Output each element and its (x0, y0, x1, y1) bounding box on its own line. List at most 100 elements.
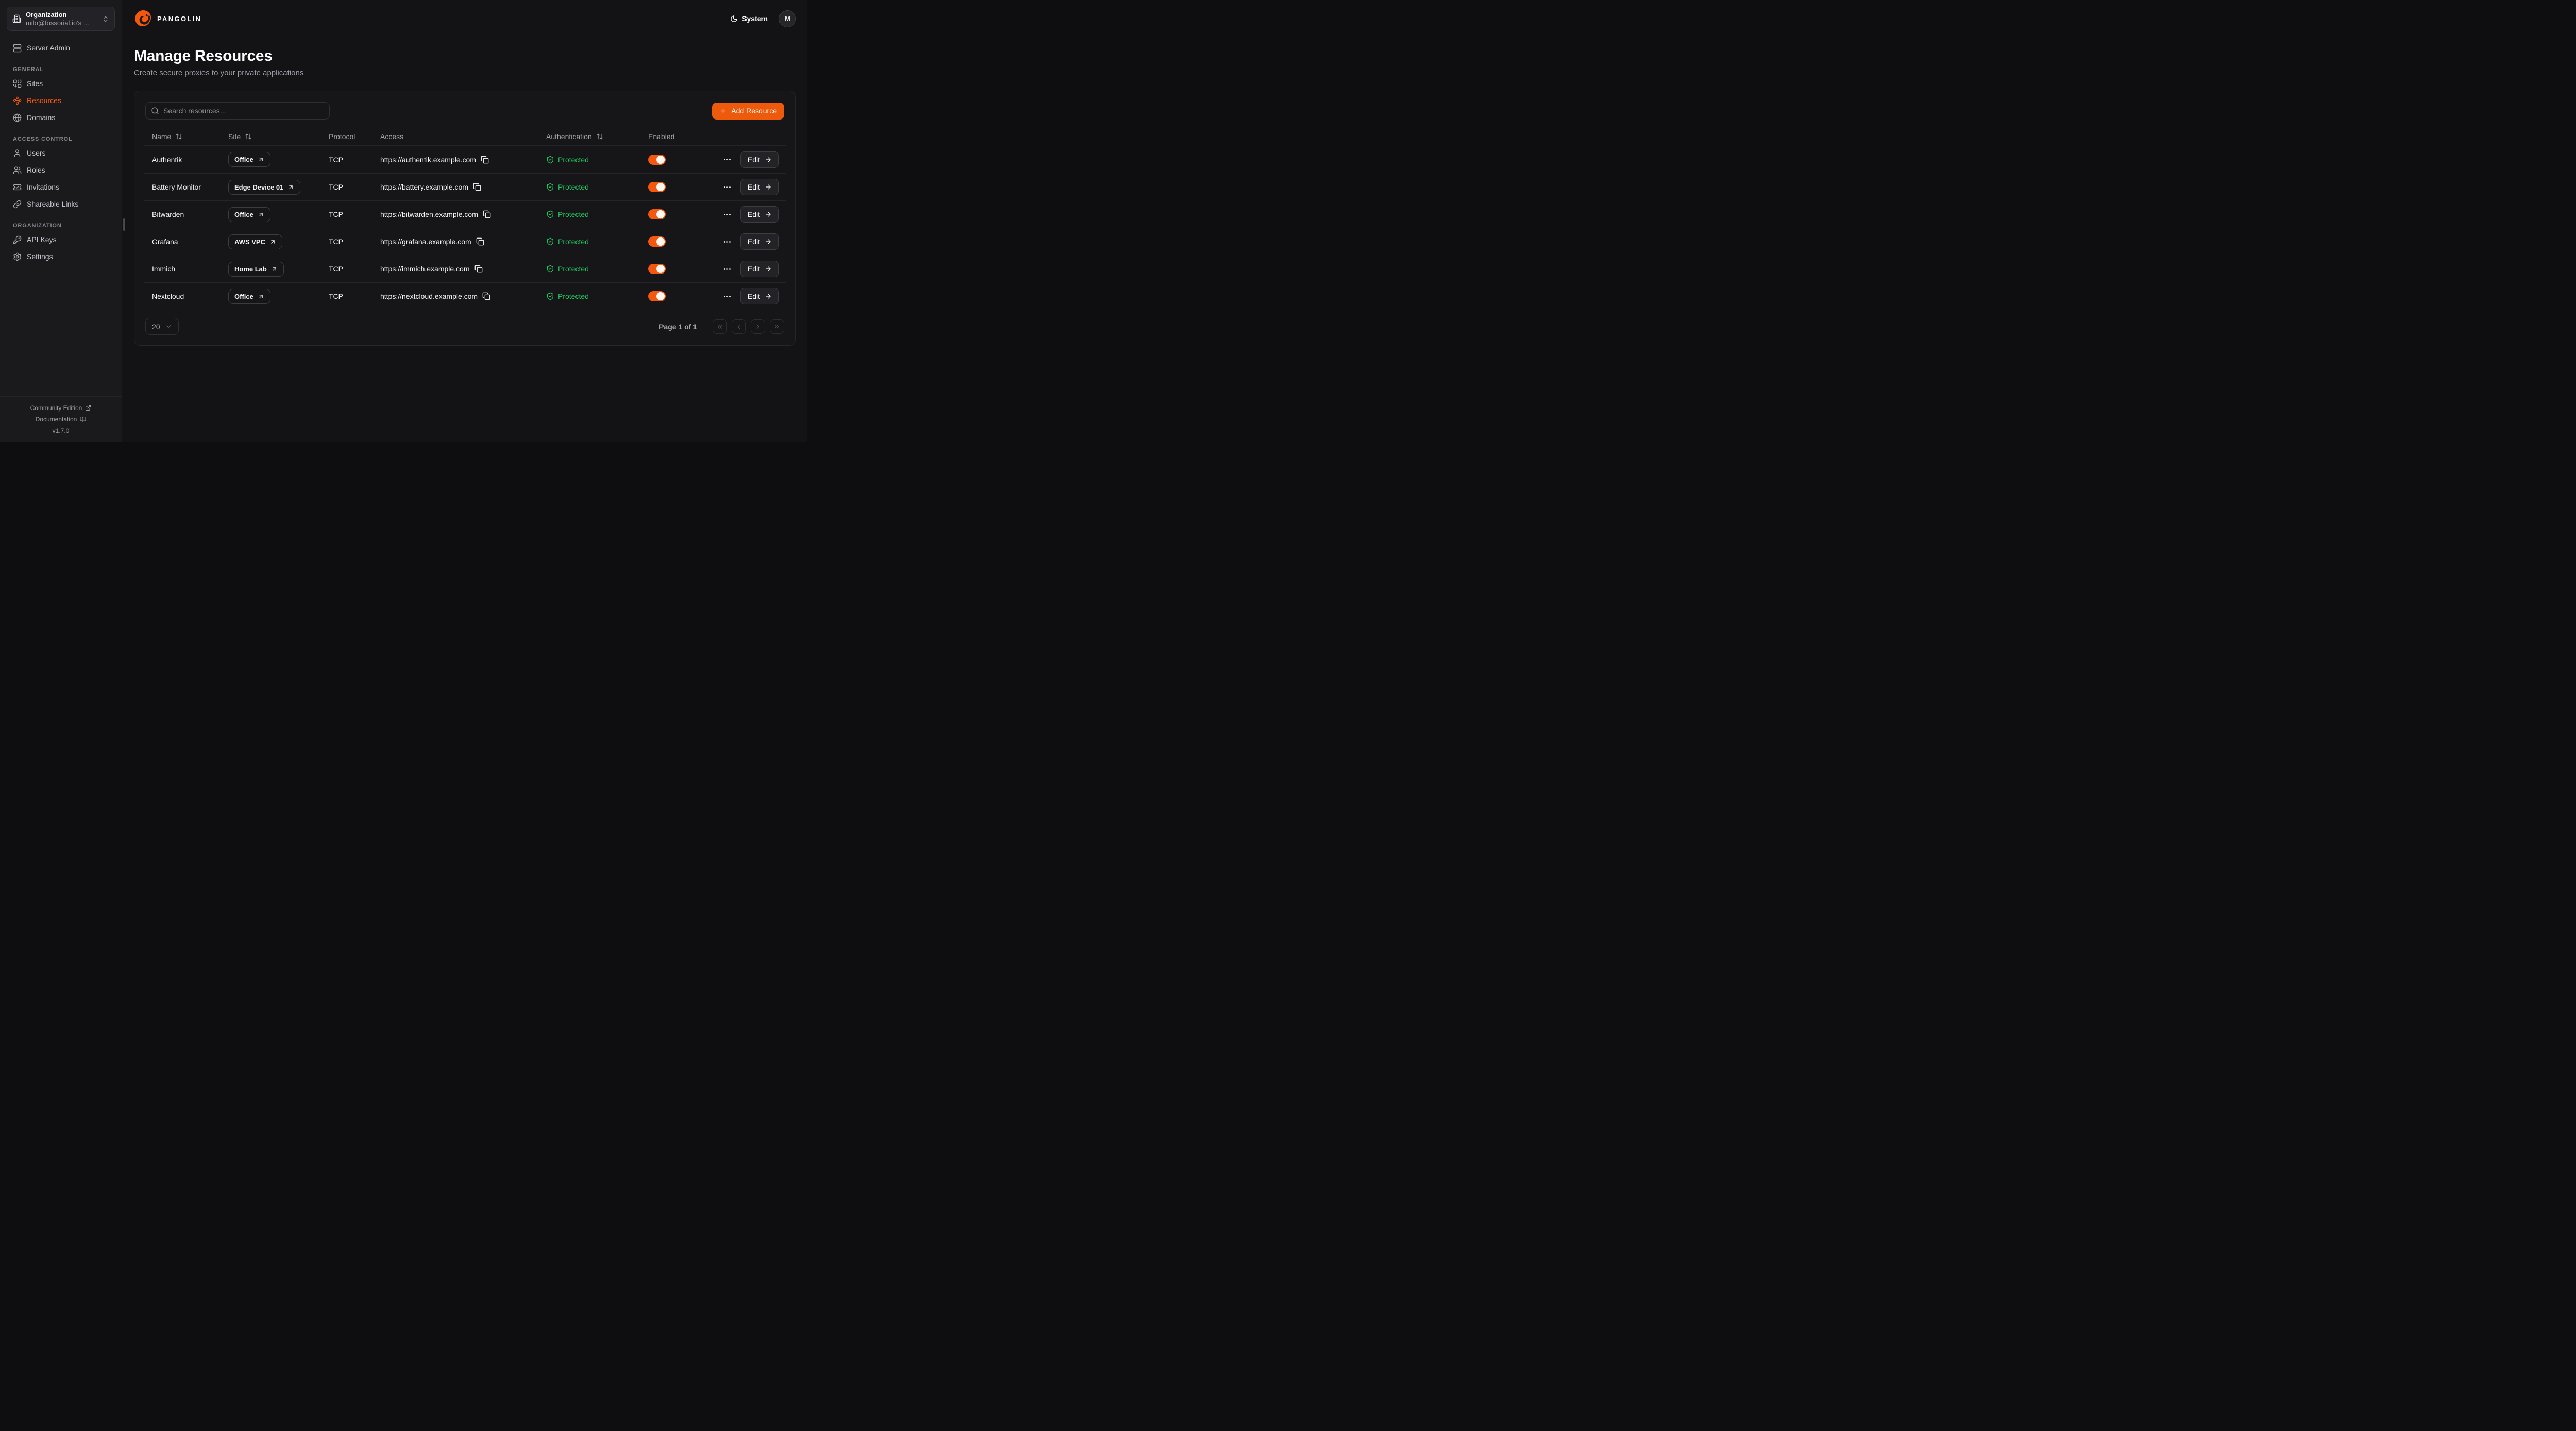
column-header-protocol: Protocol (320, 132, 372, 141)
sidebar-item-shareable-links[interactable]: Shareable Links (7, 196, 84, 213)
book-open-icon (80, 416, 86, 422)
moon-icon (730, 15, 738, 23)
row-menu-button[interactable] (722, 236, 733, 247)
enabled-toggle[interactable] (648, 236, 666, 247)
resource-protocol: TCP (320, 237, 372, 246)
resources-card: Add Resource NameSiteProtocolAccessAuthe… (134, 91, 796, 346)
edit-button[interactable]: Edit (740, 261, 779, 277)
last-page-button[interactable] (770, 319, 784, 334)
resources-table: NameSiteProtocolAccessAuthenticationEnab… (134, 128, 795, 310)
row-menu-button[interactable] (722, 209, 733, 220)
sidebar-item-domains[interactable]: Domains (7, 109, 61, 126)
sort-icon (596, 133, 603, 140)
sidebar-item-sites[interactable]: Sites (7, 75, 49, 92)
chevron-down-icon (165, 323, 172, 330)
user-icon (13, 149, 22, 158)
globe-icon (13, 113, 22, 122)
site-link[interactable]: Office (228, 289, 270, 304)
resource-name: Nextcloud (144, 292, 220, 300)
copy-url-button[interactable] (473, 183, 481, 191)
sidebar-item-server-admin[interactable]: Server Admin (7, 40, 115, 57)
users-icon (13, 166, 22, 175)
theme-toggle-button[interactable]: System (730, 14, 768, 23)
page-size-select[interactable]: 20 (145, 318, 179, 335)
sidebar-item-users[interactable]: Users (7, 145, 52, 162)
avatar[interactable]: M (779, 10, 796, 27)
enabled-toggle[interactable] (648, 209, 666, 219)
add-resource-button[interactable]: Add Resource (712, 103, 784, 120)
column-header-name[interactable]: Name (144, 132, 220, 141)
ellipsis-icon (723, 237, 732, 246)
next-page-button[interactable] (751, 319, 765, 334)
org-switcher-value: milo@fossorial.io's ... (26, 19, 89, 27)
edit-button[interactable]: Edit (740, 288, 779, 304)
shield-check-icon (546, 210, 554, 218)
arrow-right-icon (765, 211, 772, 218)
sidebar: Organization milo@fossorial.io's ... Ser… (0, 0, 122, 442)
org-switcher-label: Organization (26, 11, 66, 19)
first-page-button[interactable] (713, 319, 727, 334)
section-label-access-control: ACCESS CONTROL (13, 136, 109, 142)
column-header-authentication[interactable]: Authentication (538, 132, 640, 141)
sidebar-item-resources[interactable]: Resources (7, 92, 67, 109)
community-edition-link[interactable]: Community Edition (0, 402, 122, 414)
copy-url-button[interactable] (481, 156, 489, 164)
site-link[interactable]: Office (228, 152, 270, 167)
sidebar-nav: Server Admin GENERAL SitesResourcesDomain… (7, 31, 115, 265)
copy-icon (483, 210, 491, 218)
shield-check-icon (546, 292, 554, 300)
resource-name: Battery Monitor (144, 183, 220, 191)
edit-button[interactable]: Edit (740, 151, 779, 168)
search-input[interactable] (145, 102, 330, 120)
arrow-right-icon (765, 265, 772, 272)
copy-url-button[interactable] (482, 292, 490, 300)
topbar: PANGOLIN System M (134, 0, 796, 37)
table-row: Immich Home Lab TCP https://immich.examp… (144, 255, 786, 282)
column-header-enabled: Enabled (640, 132, 786, 141)
org-switcher[interactable]: Organization milo@fossorial.io's ... (7, 7, 115, 31)
edit-button[interactable]: Edit (740, 233, 779, 250)
resource-protocol: TCP (320, 183, 372, 191)
enabled-toggle[interactable] (648, 155, 666, 165)
sidebar-item-api-keys[interactable]: API Keys (7, 231, 63, 248)
chevron-right-icon (754, 323, 761, 330)
enabled-toggle[interactable] (648, 182, 666, 192)
copy-url-button[interactable] (476, 237, 484, 246)
site-link[interactable]: Home Lab (228, 262, 284, 277)
ellipsis-icon (723, 265, 732, 274)
column-header-site[interactable]: Site (220, 132, 320, 141)
resource-name: Authentik (144, 156, 220, 164)
sidebar-item-settings[interactable]: Settings (7, 248, 59, 265)
enabled-toggle[interactable] (648, 264, 666, 274)
ellipsis-icon (723, 210, 732, 219)
edit-button[interactable]: Edit (740, 179, 779, 195)
key-icon (13, 235, 22, 244)
row-menu-button[interactable] (722, 291, 733, 302)
arrow-right-icon (765, 293, 772, 300)
copy-url-button[interactable] (474, 265, 483, 273)
row-menu-button[interactable] (722, 182, 733, 193)
copy-icon (481, 156, 489, 164)
prev-page-button[interactable] (732, 319, 746, 334)
section-label-general: GENERAL (13, 66, 109, 73)
copy-icon (474, 265, 483, 273)
settings-icon (13, 252, 22, 261)
copy-url-button[interactable] (483, 210, 491, 218)
sidebar-item-roles[interactable]: Roles (7, 162, 52, 179)
edit-button[interactable]: Edit (740, 206, 779, 223)
enabled-toggle[interactable] (648, 291, 666, 301)
sidebar-item-invitations[interactable]: Invitations (7, 179, 65, 196)
shield-check-icon (546, 237, 554, 246)
site-link[interactable]: Edge Device 01 (228, 180, 300, 195)
documentation-link[interactable]: Documentation (0, 414, 122, 425)
auth-status-badge: Protected (538, 265, 640, 273)
resource-name: Immich (144, 265, 220, 273)
site-link[interactable]: Office (228, 207, 270, 222)
building-icon (12, 14, 21, 23)
site-link[interactable]: AWS VPC (228, 234, 282, 249)
sidebar-resize-handle[interactable] (123, 218, 125, 231)
sites-icon (13, 79, 22, 88)
row-menu-button[interactable] (722, 154, 733, 165)
chevrons-right-icon (773, 323, 781, 330)
row-menu-button[interactable] (722, 264, 733, 275)
